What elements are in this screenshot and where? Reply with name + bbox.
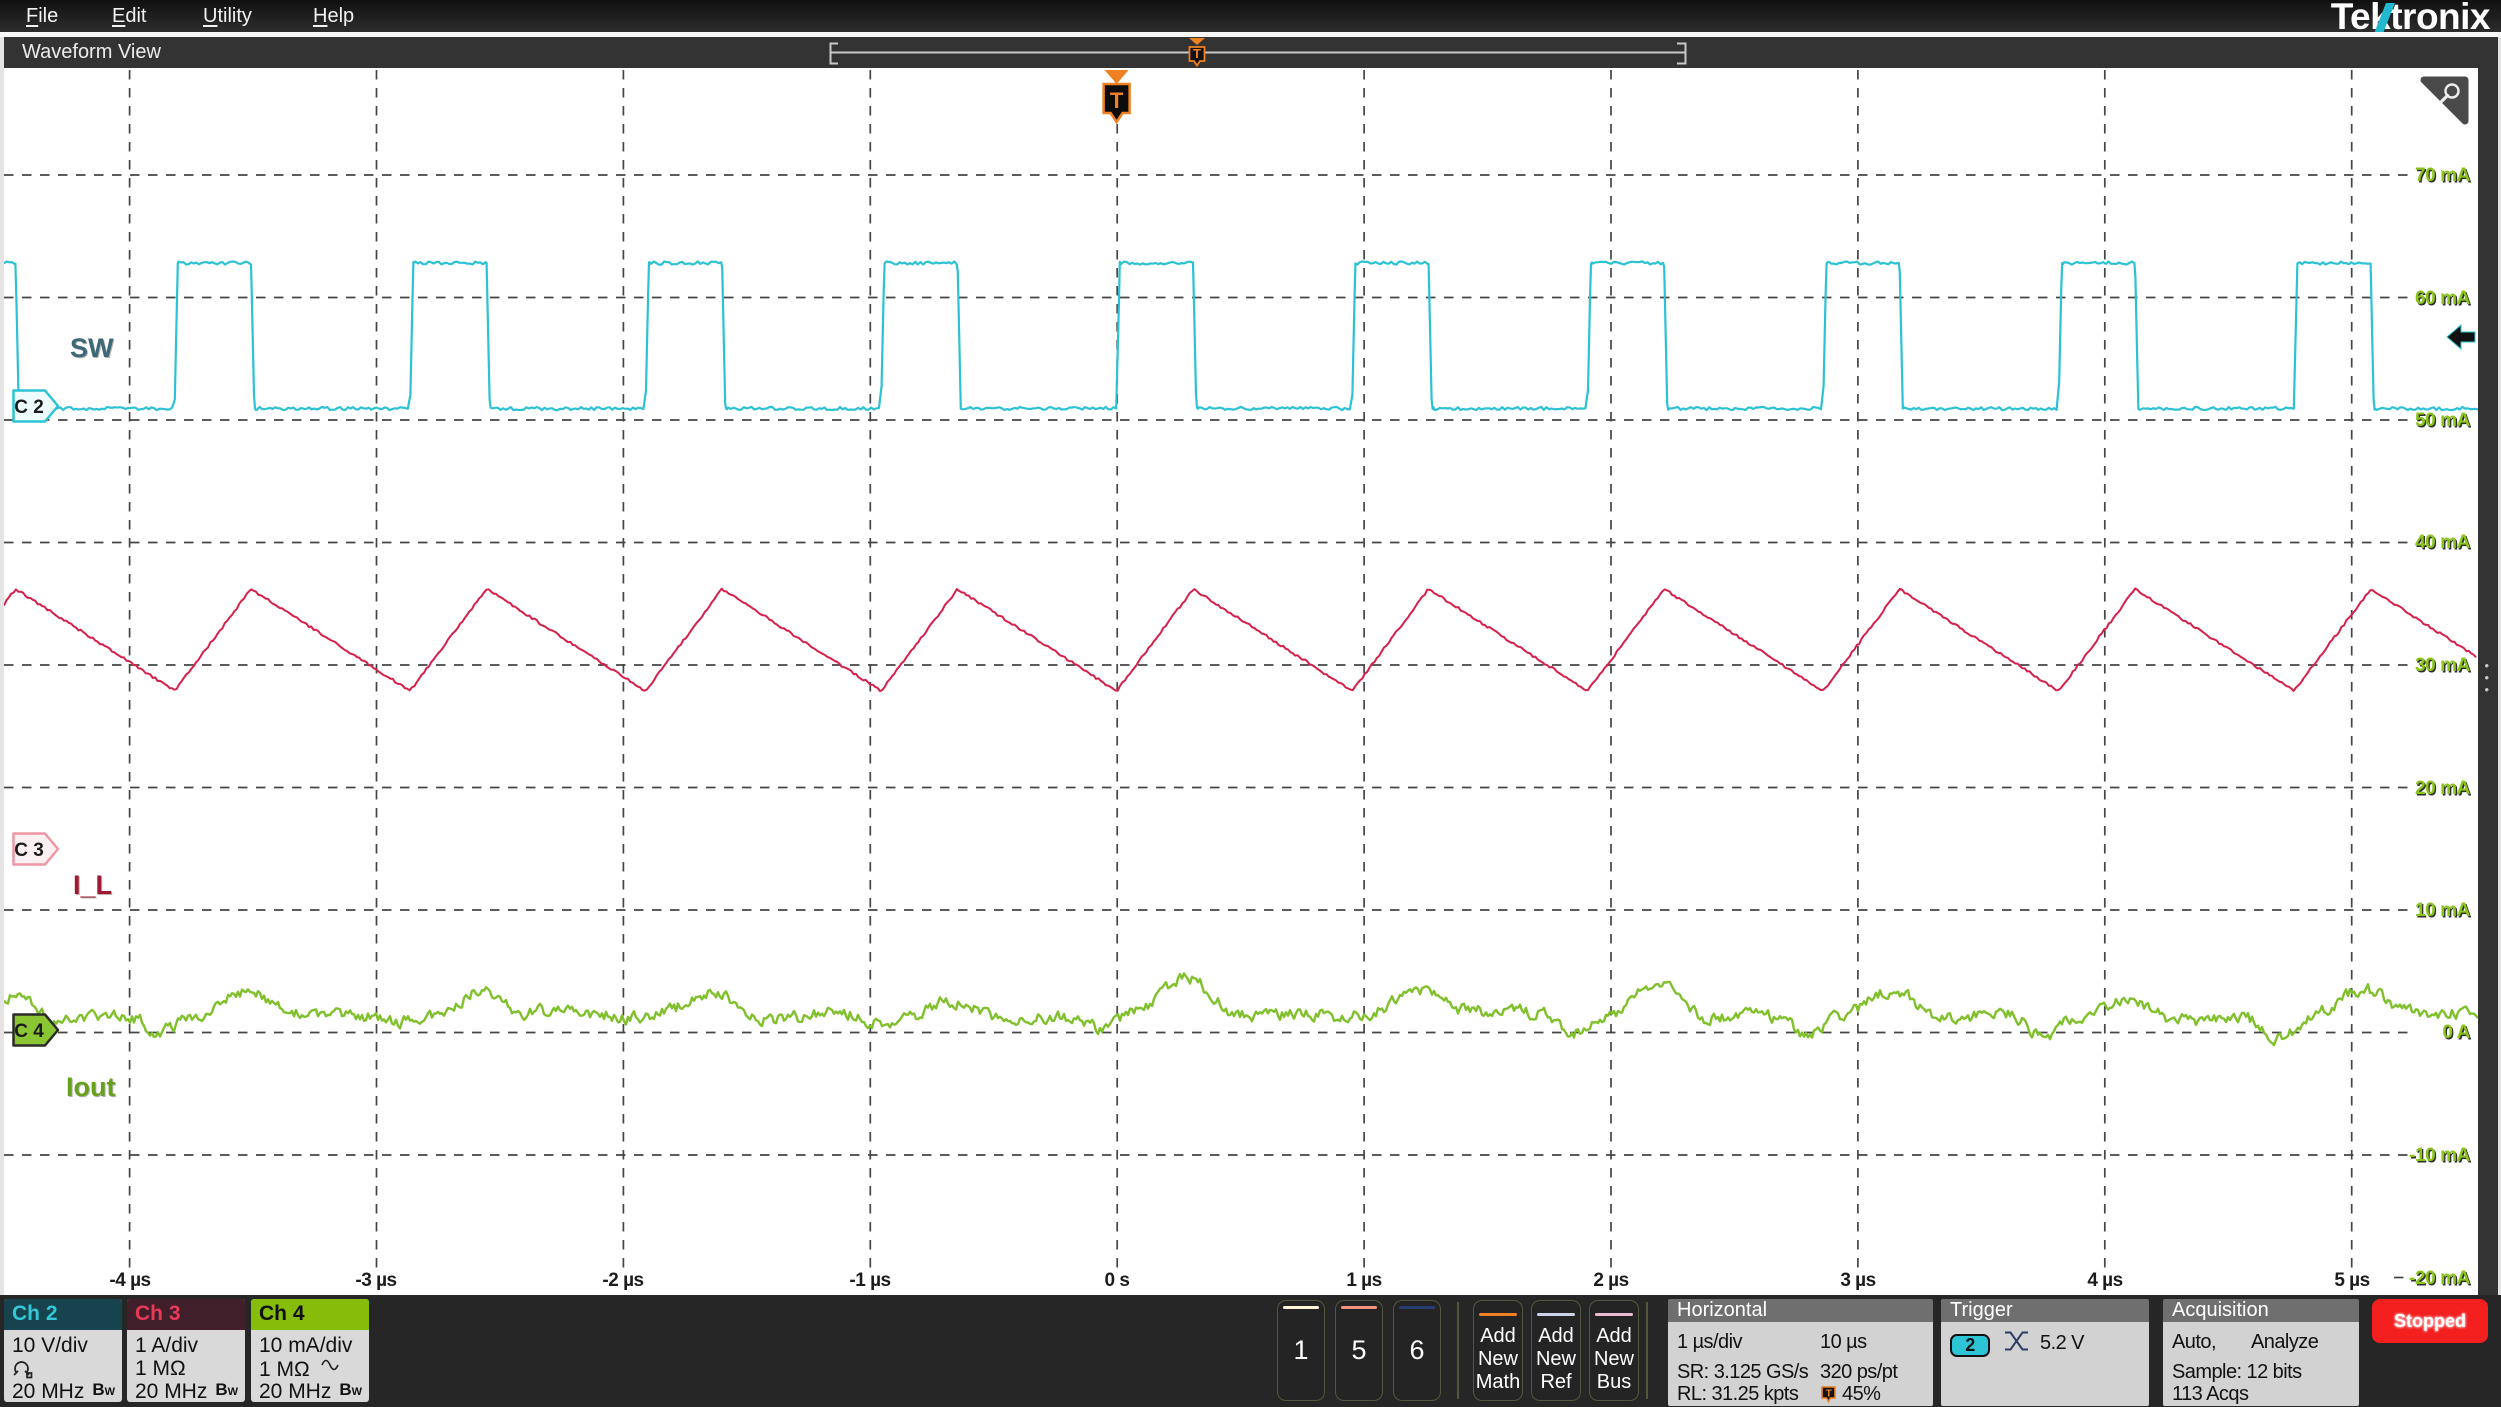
svg-text:C 2: C 2 [14,397,44,418]
svg-text:T: T [1193,46,1201,61]
svg-text:C 4: C 4 [14,1021,44,1042]
svg-text:T: T [1826,1389,1832,1400]
svg-text:C 3: C 3 [14,840,44,861]
svg-text:T: T [1110,88,1124,113]
